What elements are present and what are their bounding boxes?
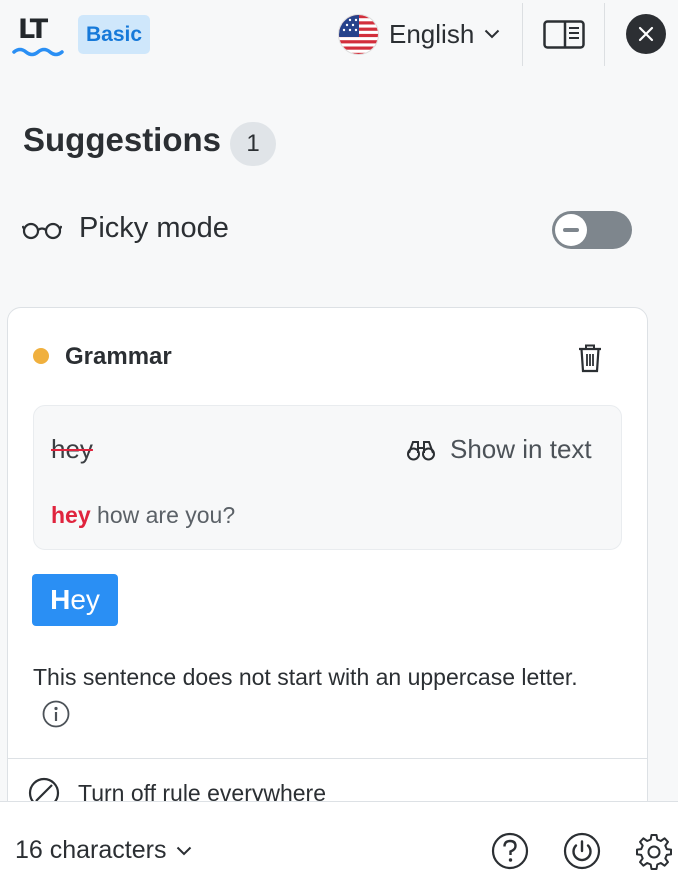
show-in-text-button[interactable]: Show in text — [406, 434, 592, 465]
settings-button[interactable] — [635, 832, 673, 870]
context-rest: how are you? — [90, 502, 236, 528]
suggestion-card: Grammar hey Show in text hey how are you… — [7, 307, 648, 874]
rule-message: This sentence does not start with an upp… — [33, 664, 578, 690]
help-icon — [491, 832, 529, 870]
header-divider — [604, 3, 605, 66]
logo-wave-icon — [12, 47, 64, 57]
close-icon — [638, 26, 654, 42]
suggestions-count-badge: 1 — [230, 122, 276, 166]
languagetool-logo: LT — [12, 14, 66, 58]
replacement-first-letter: H — [50, 584, 71, 615]
show-in-text-label: Show in text — [450, 434, 592, 464]
help-button[interactable] — [491, 832, 529, 870]
footer: 16 characters — [0, 801, 678, 874]
info-icon — [42, 700, 70, 728]
rule-info-button[interactable] — [42, 700, 70, 728]
suggestions-title: Suggestions — [23, 121, 222, 158]
language-label: English — [389, 18, 475, 49]
category-label: Grammar — [65, 343, 172, 370]
header: LT Basic English — [0, 0, 678, 70]
character-count-label: 16 characters — [15, 836, 167, 864]
power-icon — [563, 832, 601, 870]
toggle-knob — [555, 214, 587, 246]
plan-badge: Basic — [78, 15, 151, 54]
power-button[interactable] — [563, 832, 601, 870]
language-selector[interactable]: English — [338, 13, 500, 55]
card-divider — [8, 758, 647, 759]
replacement-rest: ey — [70, 584, 100, 615]
picky-mode-toggle[interactable] — [552, 211, 632, 249]
context-box: hey Show in text hey how are you? — [33, 405, 622, 550]
trash-icon — [579, 344, 601, 373]
logo-text: LT — [18, 14, 48, 45]
us-flag-icon — [338, 13, 379, 55]
picky-mode-label: Picky mode — [79, 212, 229, 244]
chevron-down-icon — [485, 29, 500, 39]
sidebar-panel-icon — [543, 20, 585, 49]
original-word: hey — [51, 434, 93, 464]
character-count-dropdown[interactable]: 16 characters — [15, 836, 192, 865]
context-sentence: hey how are you? — [51, 502, 235, 529]
replacement-button[interactable]: Hey — [32, 574, 118, 626]
dismiss-button[interactable] — [577, 343, 603, 373]
gear-icon — [636, 834, 672, 870]
close-button[interactable] — [626, 14, 666, 54]
context-highlight: hey — [51, 502, 91, 528]
header-divider — [522, 3, 523, 66]
binoculars-icon — [407, 440, 435, 460]
glasses-icon — [22, 222, 62, 240]
category-dot — [33, 348, 49, 364]
chevron-down-icon — [177, 846, 192, 855]
sidebar-panel-button[interactable] — [543, 20, 585, 49]
